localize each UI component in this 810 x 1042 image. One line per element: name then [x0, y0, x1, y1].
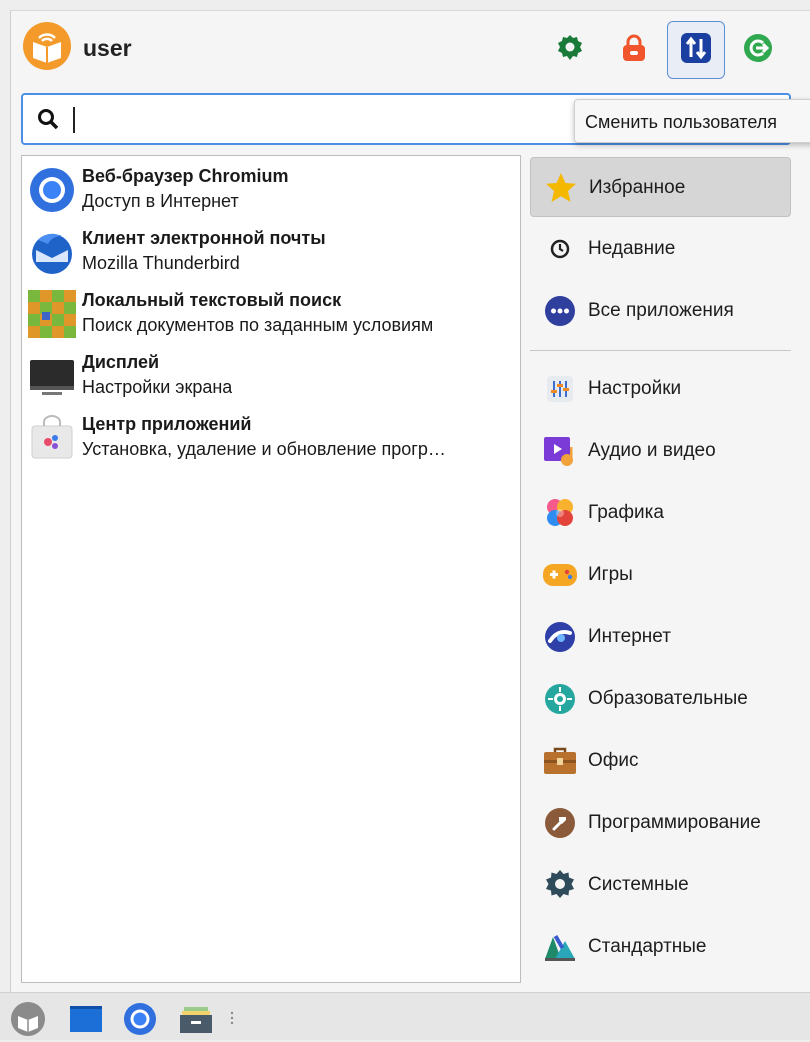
category-education[interactable]: Образовательные — [530, 669, 791, 729]
chromium-icon[interactable] — [122, 1001, 158, 1037]
category-accessories[interactable]: Стандартные — [530, 917, 791, 977]
category-label: Офис — [588, 750, 639, 771]
menu-icon[interactable] — [10, 1001, 46, 1037]
category-internet[interactable]: Интернет — [530, 607, 791, 667]
category-label: Программирование — [588, 812, 761, 833]
app-center-icon — [28, 414, 76, 462]
file-manager-icon[interactable] — [178, 1001, 214, 1037]
graphics-icon — [542, 495, 578, 531]
system-icon — [542, 867, 578, 903]
list-item[interactable]: Дисплей Настройки экрана — [22, 344, 518, 406]
app-description: Настройки экрана — [82, 377, 233, 397]
category-favorites[interactable]: Избранное — [530, 157, 791, 217]
category-all-apps[interactable]: Все приложения — [530, 281, 791, 341]
app-description: Mozilla Thunderbird — [82, 253, 240, 273]
category-multimedia[interactable]: Аудио и видео — [530, 421, 791, 481]
category-recent[interactable]: Недавние — [530, 219, 791, 279]
display-icon — [28, 352, 76, 400]
category-label: Графика — [588, 502, 664, 523]
settings-icon — [542, 371, 578, 407]
switch-user-icon — [680, 32, 712, 69]
internet-icon — [542, 619, 578, 655]
category-games[interactable]: Игры — [530, 545, 791, 605]
switch-user-button[interactable] — [667, 21, 725, 79]
category-label: Недавние — [588, 238, 676, 259]
category-label: Системные — [588, 874, 689, 895]
application-menu: user Веб-браузер Chromium Доступ в Интер… — [10, 10, 810, 993]
app-description: Доступ в Интернет — [82, 191, 239, 211]
settings-gear-icon — [555, 33, 585, 68]
app-list: Веб-браузер Chromium Доступ в Интернет К… — [21, 155, 521, 983]
development-icon — [542, 805, 578, 841]
search-input[interactable] — [71, 105, 555, 135]
logout-icon — [743, 33, 773, 68]
list-item[interactable]: Локальный текстовый поиск Поиск документ… — [22, 282, 518, 344]
thunderbird-icon — [28, 228, 76, 276]
category-settings[interactable]: Настройки — [530, 359, 791, 419]
clock-icon — [542, 231, 578, 267]
drag-handle-icon[interactable] — [228, 1001, 236, 1037]
category-label: Интернет — [588, 626, 671, 647]
category-development[interactable]: Программирование — [530, 793, 791, 853]
category-label: Игры — [588, 564, 633, 585]
category-label: Все приложения — [588, 300, 734, 321]
app-name: Дисплей — [82, 352, 160, 372]
username-label: user — [83, 35, 132, 61]
list-item[interactable]: Центр приложений Установка, удаление и о… — [22, 406, 518, 468]
recoll-icon — [28, 290, 76, 338]
logout-button[interactable] — [729, 21, 787, 79]
accessories-icon — [542, 929, 578, 965]
chromium-icon — [28, 166, 76, 214]
search-icon — [37, 108, 59, 135]
category-graphics[interactable]: Графика — [530, 483, 791, 543]
lock-icon — [619, 33, 649, 68]
app-name: Локальный текстовый поиск — [82, 290, 342, 310]
category-office[interactable]: Офис — [530, 731, 791, 791]
list-item[interactable]: Веб-браузер Chromium Доступ в Интернет — [22, 158, 518, 220]
gamepad-icon — [542, 557, 578, 593]
app-description: Поиск документов по заданным условиям — [82, 315, 434, 335]
multimedia-icon — [542, 433, 578, 469]
switch-user-tooltip: Сменить пользователя — [574, 99, 810, 143]
app-name: Клиент электронной почты — [82, 228, 326, 248]
category-system[interactable]: Системные — [530, 855, 791, 915]
terminal-icon[interactable] — [68, 1001, 104, 1037]
lock-button[interactable] — [605, 21, 663, 79]
category-label: Образовательные — [588, 688, 748, 709]
app-name: Центр приложений — [82, 414, 252, 434]
education-icon — [542, 681, 578, 717]
category-label: Стандартные — [588, 936, 707, 957]
app-description: Установка, удаление и обновление прогр… — [82, 439, 446, 459]
category-label: Настройки — [588, 378, 682, 399]
all-apps-icon — [542, 293, 578, 329]
category-separator — [530, 350, 791, 351]
list-item[interactable]: Клиент электронной почты Mozilla Thunder… — [22, 220, 518, 282]
category-label: Избранное — [589, 177, 686, 198]
taskbar — [0, 992, 810, 1040]
app-name: Веб-браузер Chromium — [82, 166, 289, 186]
settings-button[interactable] — [541, 21, 599, 79]
user-avatar — [23, 22, 71, 70]
office-icon — [542, 743, 578, 779]
star-icon — [543, 170, 579, 206]
category-label: Аудио и видео — [588, 440, 716, 461]
